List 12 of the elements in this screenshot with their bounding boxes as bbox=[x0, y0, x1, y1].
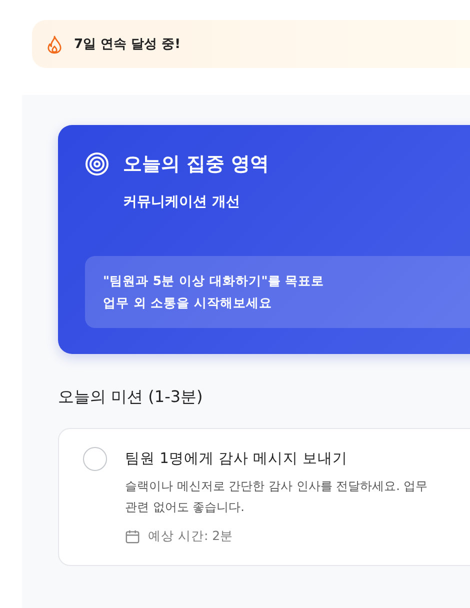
calendar-icon bbox=[125, 529, 140, 544]
target-icon bbox=[85, 152, 109, 176]
section-heading: 오늘의 미션 (1-3분) bbox=[58, 387, 204, 408]
mission-description: 슬랙이나 메신저로 간단한 감사 인사를 전달하세요. 업무 관련 없어도 좋습니다. bbox=[125, 478, 428, 516]
flame-icon bbox=[47, 34, 62, 54]
estimated-time: 예상 시간: 2분 bbox=[148, 528, 234, 545]
streak-text: 7일 연속 달성 중! bbox=[74, 36, 181, 53]
focus-subtitle: 커뮤니케이션 개선 bbox=[123, 193, 241, 211]
tip-text: "팀원과 5분 이상 대화하기"를 목표로 업무 외 소통을 시작해보세요 bbox=[103, 273, 324, 310]
mission-checkbox[interactable] bbox=[83, 447, 107, 471]
mission-title: 팀원 1명에게 감사 메시지 보내기 bbox=[125, 450, 349, 468]
focus-title: 오늘의 집중 영역 bbox=[123, 152, 270, 177]
